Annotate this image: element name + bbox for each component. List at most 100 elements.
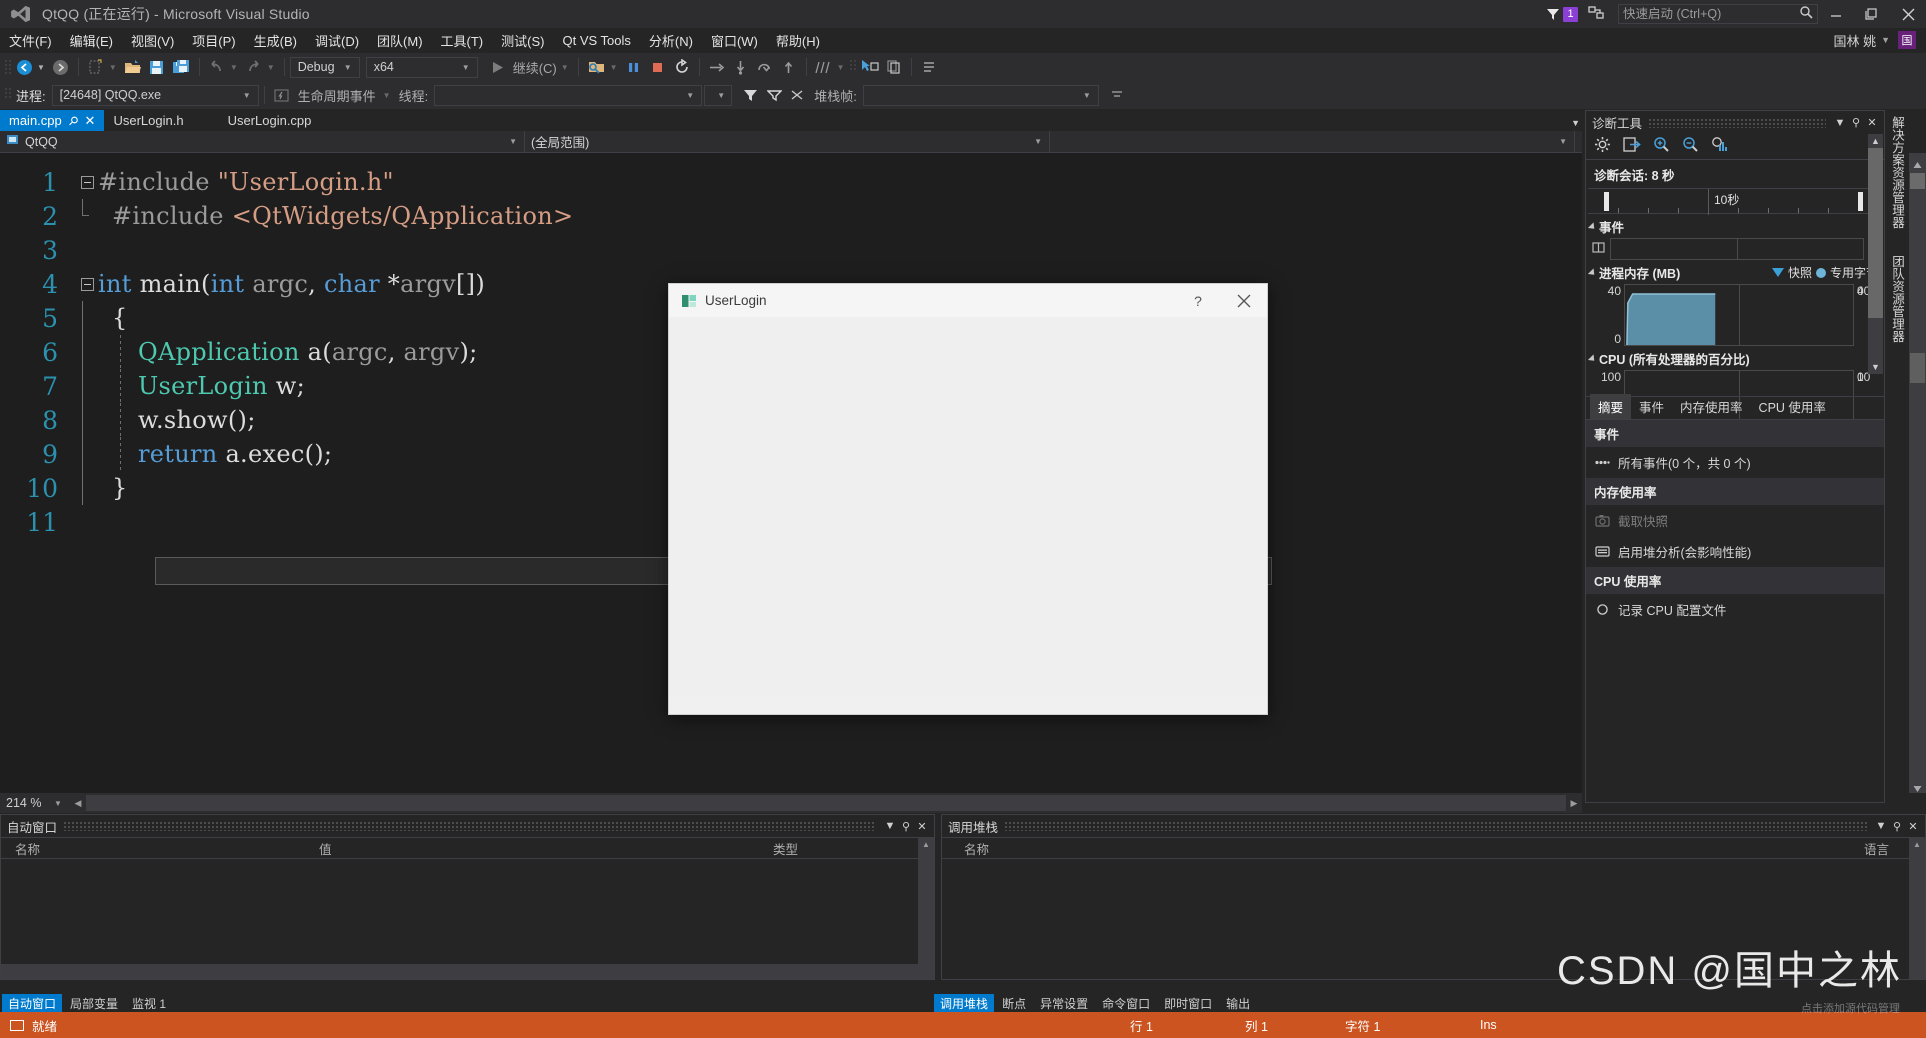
summary-row-all-events[interactable]: 所有事件(0 个，共 0 个) [1586, 447, 1884, 478]
autos-col-name[interactable]: 名称 [15, 839, 40, 858]
menu-item-project[interactable]: 项目(P) [183, 29, 244, 52]
pin-icon[interactable]: ⚲ [898, 816, 914, 836]
attach-dropdown-icon[interactable]: ▼ [609, 63, 622, 72]
comment-lines-icon[interactable] [917, 55, 941, 79]
close-icon[interactable]: ✕ [914, 816, 930, 836]
new-project-button[interactable] [84, 55, 108, 79]
panel-menu-icon[interactable]: ▼ [882, 816, 898, 836]
menu-item-tools[interactable]: 工具(T) [432, 29, 493, 52]
dialog-close-button[interactable] [1221, 284, 1267, 317]
zoom-in-icon[interactable] [1653, 136, 1670, 158]
menu-item-edit[interactable]: 编辑(E) [61, 29, 122, 52]
userlogin-dialog[interactable]: UserLogin ? [668, 283, 1268, 715]
minimize-button[interactable] [1818, 0, 1854, 28]
toolbar-grip[interactable] [4, 86, 12, 104]
code-line[interactable]: 1 #include "UserLogin.h" [0, 165, 1560, 199]
summary-row-record-cpu[interactable]: 记录 CPU 配置文件 [1586, 594, 1884, 625]
undo-button[interactable] [205, 55, 229, 79]
thread-combo[interactable]: ▼ [434, 84, 703, 106]
menu-item-team[interactable]: 团队(M) [368, 29, 432, 52]
continue-dropdown-icon[interactable]: ▼ [560, 63, 573, 72]
diag-tab-cpu[interactable]: CPU 使用率 [1751, 394, 1834, 419]
settings-gear-icon[interactable] [1594, 136, 1611, 158]
summary-row-take-snapshot[interactable]: 截取快照 [1586, 505, 1884, 536]
menu-item-file[interactable]: 文件(F) [0, 29, 61, 52]
member-list-combo[interactable]: ▼ [1050, 130, 1575, 153]
scroll-left-icon[interactable]: ◀ [70, 795, 86, 811]
flag-threads-icon[interactable] [786, 83, 810, 107]
diag-tab-memory[interactable]: 内存使用率 [1672, 394, 1751, 419]
menu-item-view[interactable]: 视图(V) [122, 29, 183, 52]
new-project-dropdown-icon[interactable]: ▼ [108, 63, 121, 72]
step-out-button[interactable] [777, 55, 801, 79]
close-icon[interactable]: ✕ [85, 113, 96, 129]
attach-to-process-button[interactable] [584, 55, 609, 79]
scroll-up-icon[interactable]: ▲ [918, 837, 934, 851]
drag-handle[interactable] [1648, 117, 1826, 128]
copy-element-icon[interactable] [882, 55, 906, 79]
tab-main-cpp[interactable]: main.cpp ⚲ ✕ [0, 110, 105, 131]
btab-output[interactable]: 输出 [1220, 994, 1256, 1013]
chevron-down-icon[interactable]: ▼ [52, 799, 70, 808]
menu-item-help[interactable]: 帮助(H) [767, 29, 829, 52]
close-button[interactable] [1890, 0, 1926, 28]
zoom-out-icon[interactable] [1682, 136, 1699, 158]
menu-item-analyze[interactable]: 分析(N) [640, 29, 702, 52]
navigate-backward-button[interactable] [12, 55, 36, 79]
account-row[interactable]: 国林 姚 ▼ 国 [1833, 28, 1926, 52]
tab-overflow-icon[interactable]: ▼ [1571, 118, 1580, 128]
menu-item-debug[interactable]: 调试(D) [306, 29, 368, 52]
summary-row-heap-profiling[interactable]: 启用堆分析(会影响性能) [1586, 536, 1884, 567]
drag-handle[interactable] [1004, 821, 1867, 831]
export-icon[interactable] [1623, 136, 1641, 158]
scroll-right-icon[interactable]: ▶ [1566, 795, 1582, 811]
status-insert-mode[interactable]: Ins [1480, 1018, 1497, 1032]
menu-item-build[interactable]: 生成(B) [245, 29, 306, 52]
editor-zoom-level[interactable]: 214 % [0, 796, 52, 810]
process-combo[interactable]: [24648] QtQQ.exe ▼ [51, 84, 259, 106]
diagnostic-scroll-thumb[interactable] [1868, 148, 1883, 318]
pin-icon[interactable]: ⚲ [65, 112, 81, 128]
callstack-col-language[interactable]: 语言 [1864, 839, 1889, 858]
autos-horizontal-scrollbar[interactable] [1, 964, 918, 979]
chevron-down-icon[interactable]: ▼ [1881, 35, 1890, 45]
toolbar-grip[interactable] [849, 58, 857, 76]
code-line[interactable]: 2 #include <QtWidgets/QApplication> [0, 199, 1560, 233]
navigate-forward-button[interactable] [49, 55, 73, 79]
undo-dropdown-icon[interactable]: ▼ [229, 63, 242, 72]
member-scope-combo[interactable]: (全局范围) ▼ [525, 130, 1050, 153]
autos-col-value[interactable]: 值 [319, 839, 332, 858]
panel-menu-icon[interactable]: ▼ [1873, 816, 1889, 836]
toolbar-grip[interactable] [4, 58, 12, 76]
cpu-section-header[interactable]: CPU (所有处理器的百分比) [1586, 346, 1884, 370]
solution-configuration-combo[interactable]: Debug ▼ [289, 56, 360, 78]
open-file-button[interactable] [121, 55, 145, 79]
filter-threads-icon[interactable] [738, 83, 762, 107]
editor-vertical-scrollbar[interactable] [1909, 153, 1926, 793]
stackframe-combo[interactable]: ▼ [862, 84, 1099, 106]
diagnostic-graphs-scrollbar[interactable]: ▲ ▼ [1868, 134, 1883, 374]
quick-launch-input[interactable] [1623, 7, 1799, 21]
callstack-col-name[interactable]: 名称 [964, 839, 989, 858]
lifecycle-events-label[interactable]: 生命周期事件 [298, 86, 376, 105]
save-all-button[interactable] [169, 55, 194, 79]
autos-vertical-scrollbar[interactable]: ▲ [918, 837, 934, 979]
continue-label[interactable]: 继续(C) [510, 58, 560, 77]
call-stack-vertical-scrollbar[interactable]: ▲ [1909, 837, 1925, 979]
editor-scroll-thumb-top[interactable] [1910, 173, 1925, 189]
editor-scroll-thumb[interactable] [1910, 353, 1925, 383]
hash-dropdown-icon[interactable]: ▼ [836, 63, 849, 72]
fold-glyph[interactable] [76, 175, 98, 189]
scroll-up-icon[interactable]: ▲ [1868, 134, 1883, 148]
scroll-up-icon[interactable] [1913, 157, 1922, 168]
btab-immediate-window[interactable]: 即时窗口 [1158, 994, 1218, 1013]
stackframe-options-icon[interactable] [1105, 83, 1129, 107]
vtab-solution-explorer[interactable]: 解决方案资源管理器 [1888, 110, 1910, 235]
code-line[interactable]: 3 [0, 233, 1560, 267]
fold-glyph[interactable] [76, 277, 98, 291]
pin-icon[interactable]: ⚲ [1848, 113, 1864, 133]
tab-userlogin-h[interactable]: UserLogin.h [104, 110, 193, 131]
diagnostic-timeline[interactable]: 10秒 [1588, 188, 1882, 215]
restart-button[interactable] [670, 55, 694, 79]
btab-exception-settings[interactable]: 异常设置 [1034, 994, 1094, 1013]
